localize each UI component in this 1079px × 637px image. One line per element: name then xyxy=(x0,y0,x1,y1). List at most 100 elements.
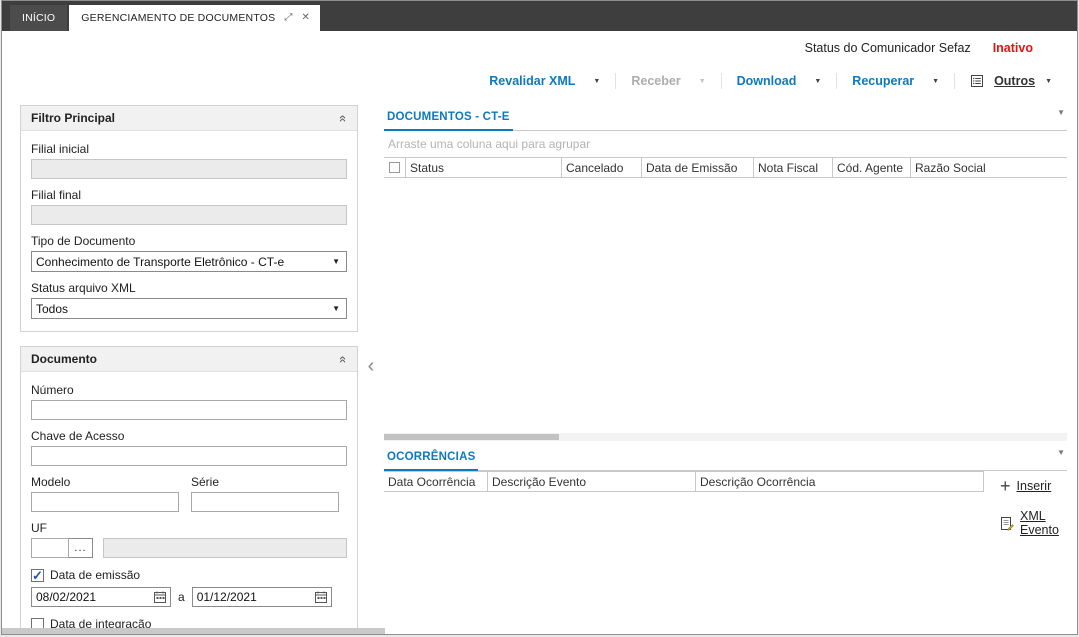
modelo-input[interactable] xyxy=(31,492,179,512)
plus-icon: + xyxy=(1000,476,1011,496)
documento-panel: Documento « Número Chave de Acesso Model… xyxy=(20,346,358,634)
numero-label: Número xyxy=(31,383,74,397)
status-arquivo-xml-select[interactable]: Todos ▼ xyxy=(31,298,347,319)
calendar-icon[interactable] xyxy=(154,591,166,603)
data-emissao-from-input[interactable]: 08/02/2021 xyxy=(31,587,171,607)
documento-title: Documento xyxy=(31,352,97,366)
sefaz-status-row: Status do Comunicador Sefaz Inativo xyxy=(2,31,1077,65)
tipo-documento-select[interactable]: Conhecimento de Transporte Eletrônico - … xyxy=(31,251,347,272)
receber-button: Receber ▼ xyxy=(616,74,720,88)
documentos-table-header: Status Cancelado Data de Emissão Nota Fi… xyxy=(384,157,1067,178)
ocorrencias-actions: + Inserir XML Evento xyxy=(984,471,1067,612)
numero-input[interactable] xyxy=(31,400,347,420)
tab-ocorrencias[interactable]: OCORRÊNCIAS xyxy=(384,451,479,471)
tipo-documento-value: Conhecimento de Transporte Eletrônico - … xyxy=(36,254,285,269)
chevron-down-icon[interactable]: ▼ xyxy=(1045,78,1052,85)
tab-documentos-cte[interactable]: DOCUMENTOS - CT-E xyxy=(384,111,513,131)
data-emissao-to-value: 01/12/2021 xyxy=(196,590,257,604)
uf-input[interactable] xyxy=(31,538,69,558)
toolbar: Revalidar XML ▼ Receber ▼ Download ▼ Rec… xyxy=(2,65,1077,97)
documento-header[interactable]: Documento « xyxy=(21,347,357,372)
inserir-button[interactable]: + Inserir xyxy=(1000,476,1052,496)
collapse-up-icon[interactable]: « xyxy=(336,114,351,121)
collapse-sidebar-button[interactable]: ‹ xyxy=(368,356,375,376)
filial-inicial-input xyxy=(31,159,347,179)
filtro-principal-title: Filtro Principal xyxy=(31,111,116,125)
xml-evento-button[interactable]: XML Evento xyxy=(1000,509,1067,537)
chevron-down-icon[interactable]: ▼ xyxy=(932,78,939,85)
column-header-cancelado[interactable]: Cancelado xyxy=(562,158,642,177)
grid-options-caret-icon[interactable]: ▼ xyxy=(1057,108,1065,117)
filter-sidebar: Filtro Principal « Filial inicial Filial… xyxy=(2,97,358,634)
chave-acesso-label: Chave de Acesso xyxy=(31,429,125,443)
date-range-separator: a xyxy=(178,590,185,604)
select-all-cell xyxy=(384,158,406,177)
chevron-down-icon: ▼ xyxy=(332,304,340,313)
revalidar-xml-label: Revalidar XML xyxy=(489,74,576,88)
outros-label: Outros xyxy=(994,74,1036,88)
list-menu-icon xyxy=(970,74,984,88)
column-header-data-ocorrencia[interactable]: Data Ocorrência xyxy=(384,472,488,491)
outros-button[interactable]: Outros ▼ xyxy=(955,74,1067,88)
xml-evento-label: XML Evento xyxy=(1020,509,1059,537)
ocorrencias-table-body xyxy=(384,492,984,612)
ocorrencias-table: Data Ocorrência Descrição Evento Descriç… xyxy=(384,471,984,612)
sefaz-status-badge: Inativo xyxy=(992,41,1033,55)
tipo-documento-label: Tipo de Documento xyxy=(31,234,136,248)
status-arquivo-xml-label: Status arquivo XML xyxy=(31,281,136,295)
xml-document-icon xyxy=(1000,516,1014,531)
column-header-nota-fiscal[interactable]: Nota Fiscal xyxy=(754,158,833,177)
uf-description-input xyxy=(103,538,347,558)
column-header-razao-social[interactable]: Razão Social xyxy=(911,158,1067,177)
documentos-table-body xyxy=(384,178,1067,433)
filial-inicial-label: Filial inicial xyxy=(31,142,90,156)
collapse-up-icon[interactable]: « xyxy=(336,355,351,362)
inserir-label: Inserir xyxy=(1016,479,1052,493)
sefaz-status-label: Status do Comunicador Sefaz xyxy=(804,41,971,55)
column-header-descricao-evento[interactable]: Descrição Evento xyxy=(488,472,696,491)
recuperar-button[interactable]: Recuperar ▼ xyxy=(837,74,954,88)
tab-inicio[interactable]: INÍCIO xyxy=(10,5,68,31)
filtro-principal-panel: Filtro Principal « Filial inicial Filial… xyxy=(20,105,358,332)
documentos-section: DOCUMENTOS - CT-E ▼ Arraste uma coluna a… xyxy=(384,105,1067,441)
content: Filtro Principal « Filial inicial Filial… xyxy=(2,97,1077,634)
grid-options-caret-icon[interactable]: ▼ xyxy=(1057,448,1065,457)
uf-lookup-button[interactable]: ... xyxy=(69,538,93,558)
data-emissao-from-value: 08/02/2021 xyxy=(36,590,97,604)
chevron-down-icon[interactable]: ▼ xyxy=(814,78,821,85)
column-header-descricao-ocorrencia[interactable]: Descrição Ocorrência xyxy=(696,472,984,491)
download-button[interactable]: Download ▼ xyxy=(722,74,837,88)
serie-label: Série xyxy=(191,475,220,489)
filial-final-input xyxy=(31,205,347,225)
documentos-hscroll-track xyxy=(384,433,1067,441)
chevron-down-icon[interactable]: ▼ xyxy=(593,78,600,85)
documentos-hscroll-thumb[interactable] xyxy=(384,434,559,440)
sidebar-hscroll-thumb[interactable] xyxy=(2,628,385,634)
status-arquivo-xml-value: Todos xyxy=(36,301,69,316)
close-icon[interactable]: ✕ xyxy=(302,13,311,23)
modelo-label: Modelo xyxy=(31,475,71,489)
filtro-principal-header[interactable]: Filtro Principal « xyxy=(21,106,357,131)
titlebar: INÍCIO GERENCIAMENTO DE DOCUMENTOS ⤢ ✕ xyxy=(2,1,1077,31)
ocorrencias-tabs: OCORRÊNCIAS ▼ xyxy=(384,445,1067,471)
ocorrencias-section: OCORRÊNCIAS ▼ Data Ocorrência Descrição … xyxy=(384,445,1067,612)
select-all-checkbox[interactable] xyxy=(389,162,400,173)
popout-icon[interactable]: ⤢ xyxy=(284,13,292,23)
column-header-data-de-emissao[interactable]: Data de Emissão xyxy=(642,158,754,177)
tab-active-label: GERENCIAMENTO DE DOCUMENTOS xyxy=(81,12,276,24)
chave-acesso-input[interactable] xyxy=(31,446,347,466)
revalidar-xml-button[interactable]: Revalidar XML ▼ xyxy=(474,74,615,88)
serie-input[interactable] xyxy=(191,492,339,512)
data-emissao-label: Data de emissão xyxy=(50,568,141,582)
tab-gerenciamento-de-documentos[interactable]: GERENCIAMENTO DE DOCUMENTOS ⤢ ✕ xyxy=(69,5,321,31)
column-header-cod-agente[interactable]: Cód. Agente xyxy=(833,158,911,177)
data-emissao-checkbox[interactable] xyxy=(31,568,44,584)
documentos-tabs: DOCUMENTOS - CT-E ▼ xyxy=(384,105,1067,131)
download-label: Download xyxy=(736,74,797,88)
filial-final-label: Filial final xyxy=(31,188,82,202)
group-by-drop-zone: Arraste uma coluna aqui para agrupar xyxy=(388,137,591,151)
ocorrencias-table-header: Data Ocorrência Descrição Evento Descriç… xyxy=(384,471,984,492)
data-emissao-to-input[interactable]: 01/12/2021 xyxy=(191,587,332,607)
column-header-status[interactable]: Status xyxy=(406,158,562,177)
calendar-icon[interactable] xyxy=(314,591,327,603)
